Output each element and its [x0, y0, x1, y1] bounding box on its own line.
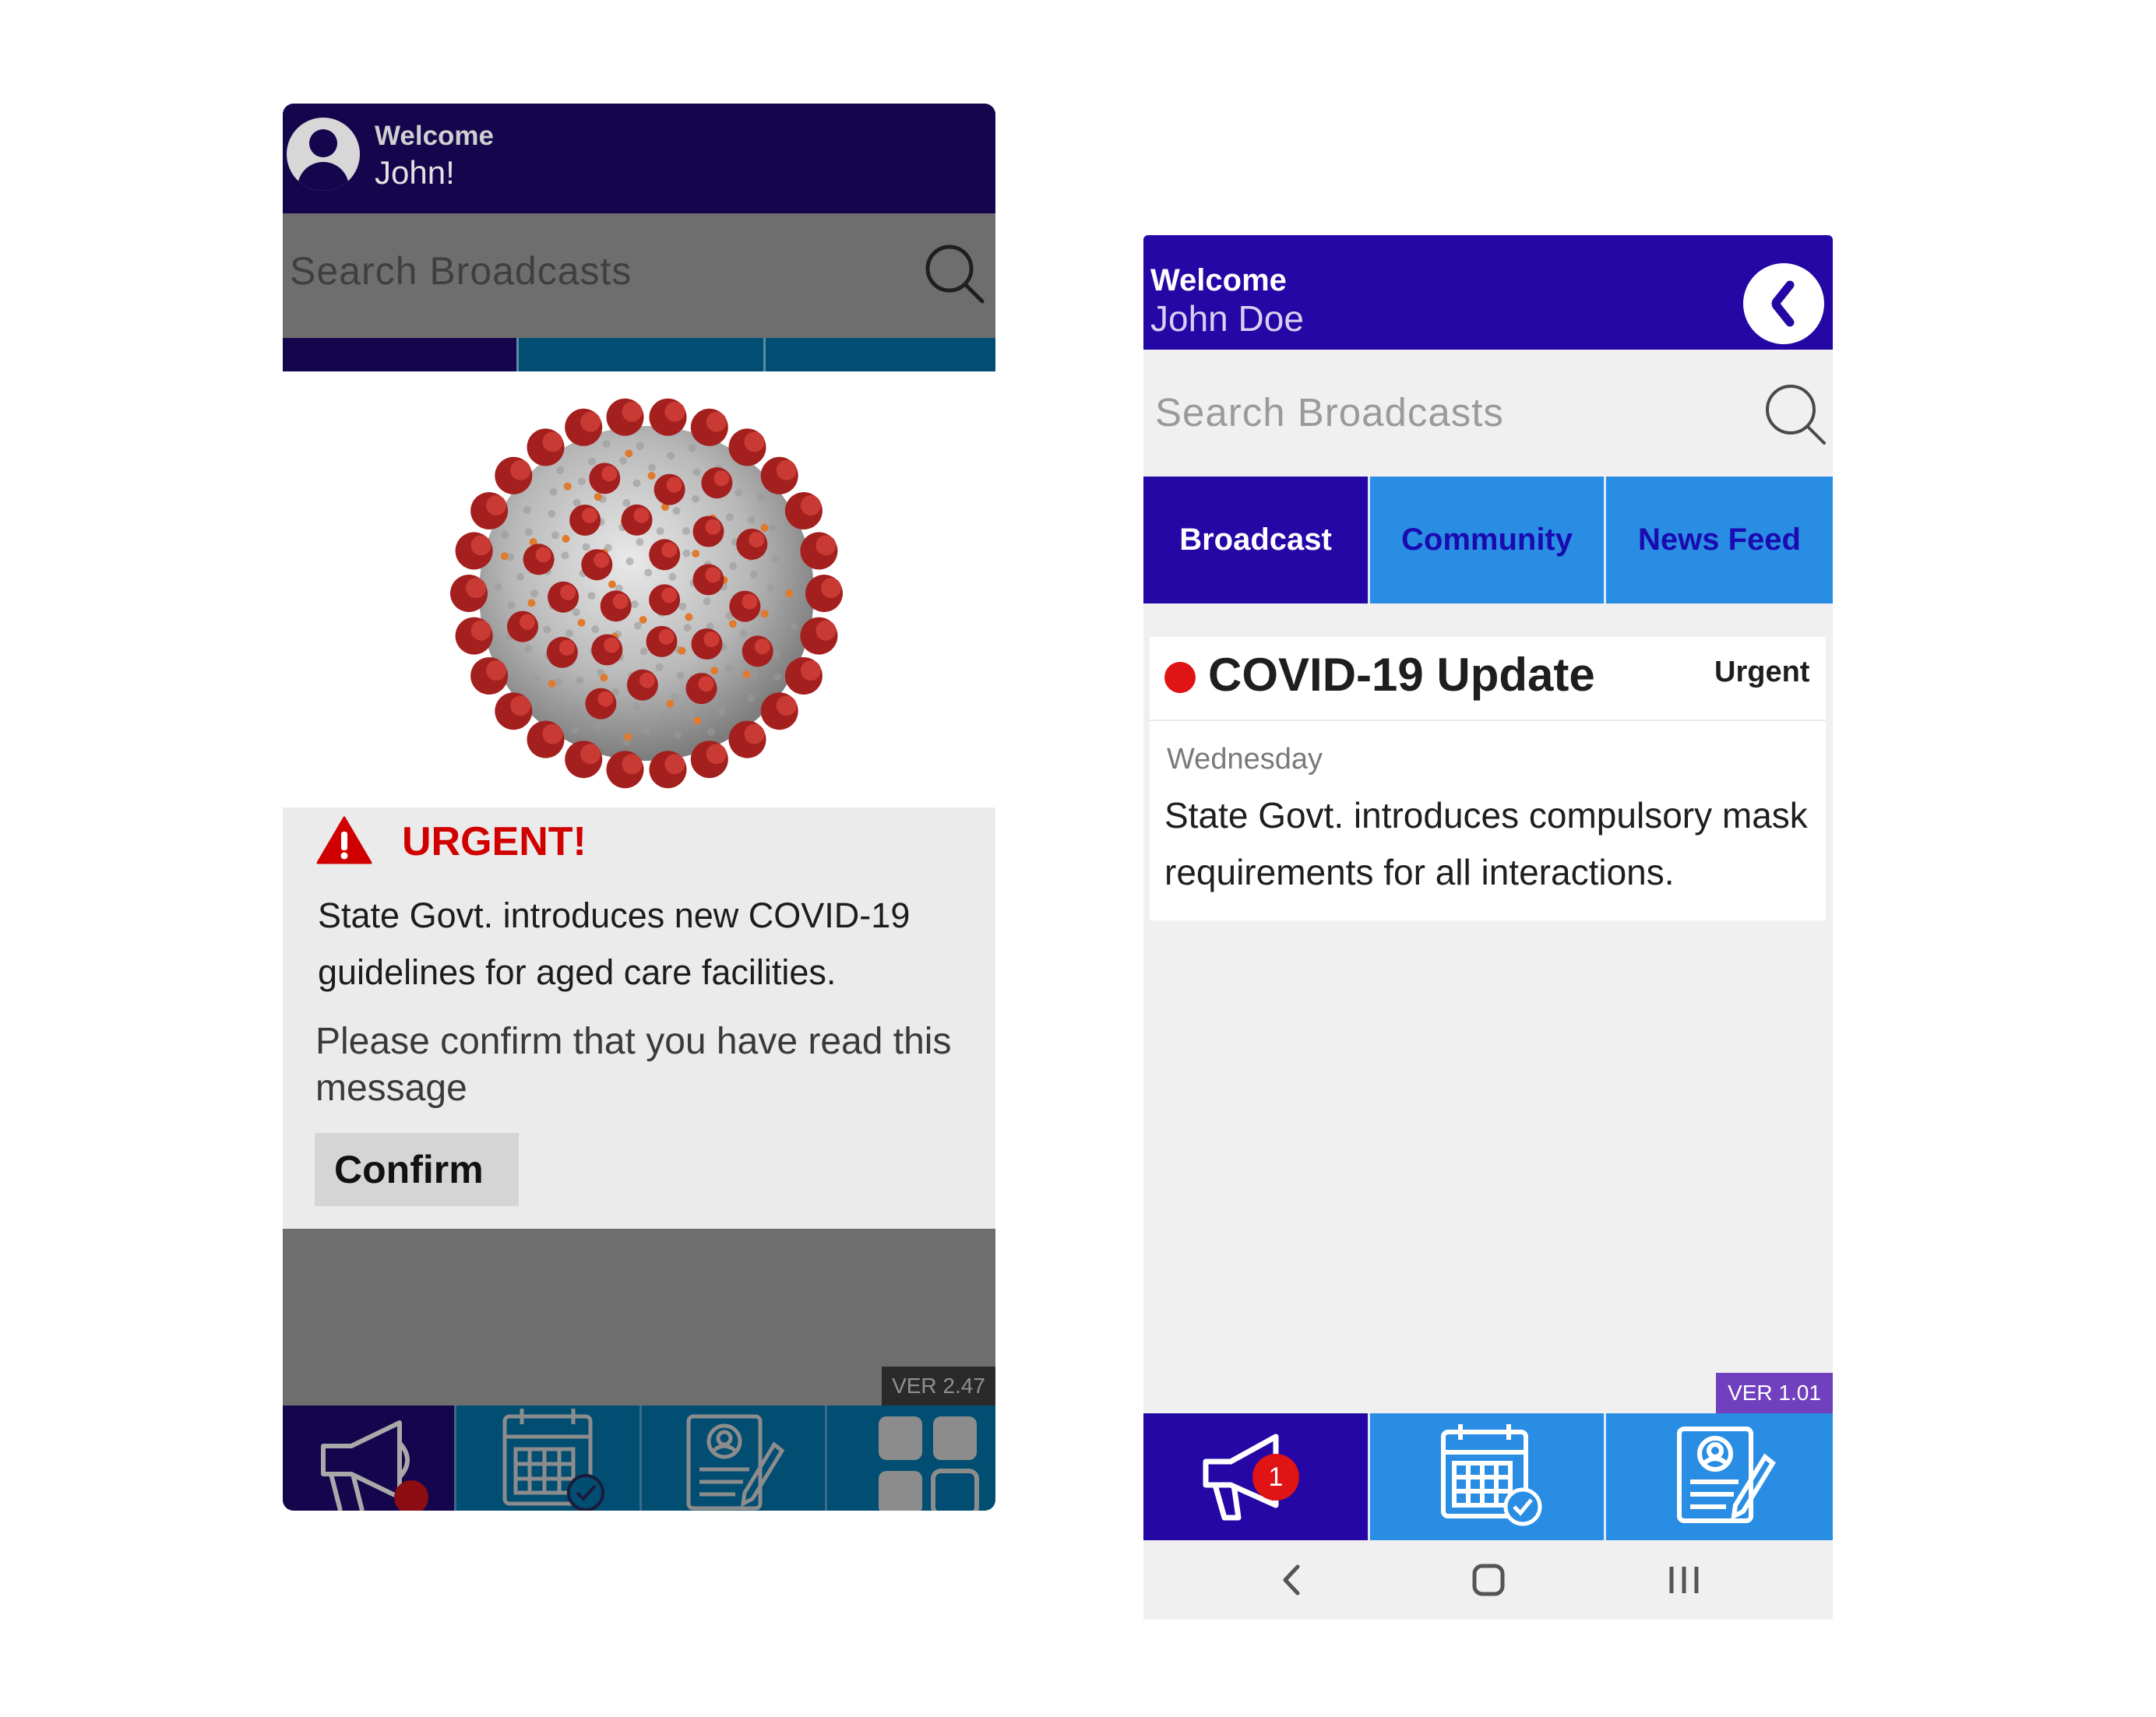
warning-icon [316, 816, 372, 864]
tab-broadcast[interactable]: Broadcast [1143, 477, 1368, 603]
profile-form-icon [686, 1414, 785, 1511]
avatar-head [309, 129, 337, 157]
nav-calendar[interactable] [456, 1406, 639, 1511]
nav-profile[interactable] [1606, 1413, 1833, 1540]
urgent-dot-icon [1164, 662, 1196, 693]
tab-news-feed[interactable]: News Feed [1606, 477, 1833, 603]
tab-community[interactable]: Community [1370, 477, 1604, 603]
virus-image [283, 371, 995, 807]
tab-divider [763, 338, 766, 371]
welcome-label: Welcome [375, 121, 495, 151]
card-text: State Govt. introduces compulsory mask r… [1164, 795, 1808, 892]
calendar-check-icon [502, 1409, 604, 1511]
version-label: VER 1.01 [1716, 1373, 1833, 1413]
urgency-badge: Urgent [1714, 656, 1810, 688]
username: John Doe [1150, 298, 1304, 339]
left-phone-screen: Welcome John! Search Broadcasts URGENT! … [283, 104, 995, 1511]
right-phone-screen: Welcome John Doe Search Broadcasts Broad… [1143, 235, 1833, 1620]
tab-divider [516, 338, 519, 371]
notification-badge: 1 [1252, 1454, 1299, 1501]
avatar[interactable] [287, 118, 360, 191]
chevron-left-icon [1771, 280, 1795, 327]
confirm-button[interactable]: Confirm [315, 1133, 519, 1206]
search-icon[interactable] [1763, 382, 1827, 445]
search-input[interactable]: Search Broadcasts [1155, 389, 1504, 435]
back-chevron-icon[interactable] [1246, 1551, 1340, 1609]
profile-form-icon [1677, 1427, 1776, 1523]
nav-profile[interactable] [642, 1406, 825, 1511]
calendar-check-icon [1441, 1424, 1542, 1526]
avatar-body [298, 162, 349, 191]
card-date: Wednesday [1167, 743, 1323, 776]
nav-calendar[interactable] [1370, 1413, 1604, 1540]
coronavirus-illustration [450, 398, 843, 789]
message-body: State Govt. introduces new COVID-19 guid… [318, 895, 911, 992]
confirm-prompt: Please confirm that you have read this m… [315, 1021, 952, 1109]
username: John! [375, 154, 455, 191]
nav-broadcast[interactable] [283, 1406, 454, 1511]
welcome-label: Welcome [1150, 263, 1287, 297]
nav-apps[interactable] [827, 1406, 995, 1511]
home-icon[interactable] [1442, 1551, 1535, 1609]
search-input[interactable]: Search Broadcasts [290, 248, 632, 294]
grid-apps-icon [879, 1416, 979, 1511]
version-label: VER 2.47 [882, 1367, 995, 1406]
tab-broadcast[interactable] [283, 338, 516, 371]
back-button[interactable] [1743, 263, 1824, 344]
search-icon[interactable] [923, 242, 985, 304]
megaphone-icon [321, 1420, 428, 1511]
recents-icon[interactable] [1637, 1551, 1731, 1609]
card-title: COVID-19 Update [1208, 649, 1595, 701]
card-divider [1150, 720, 1826, 721]
urgent-title: URGENT! [402, 819, 587, 864]
